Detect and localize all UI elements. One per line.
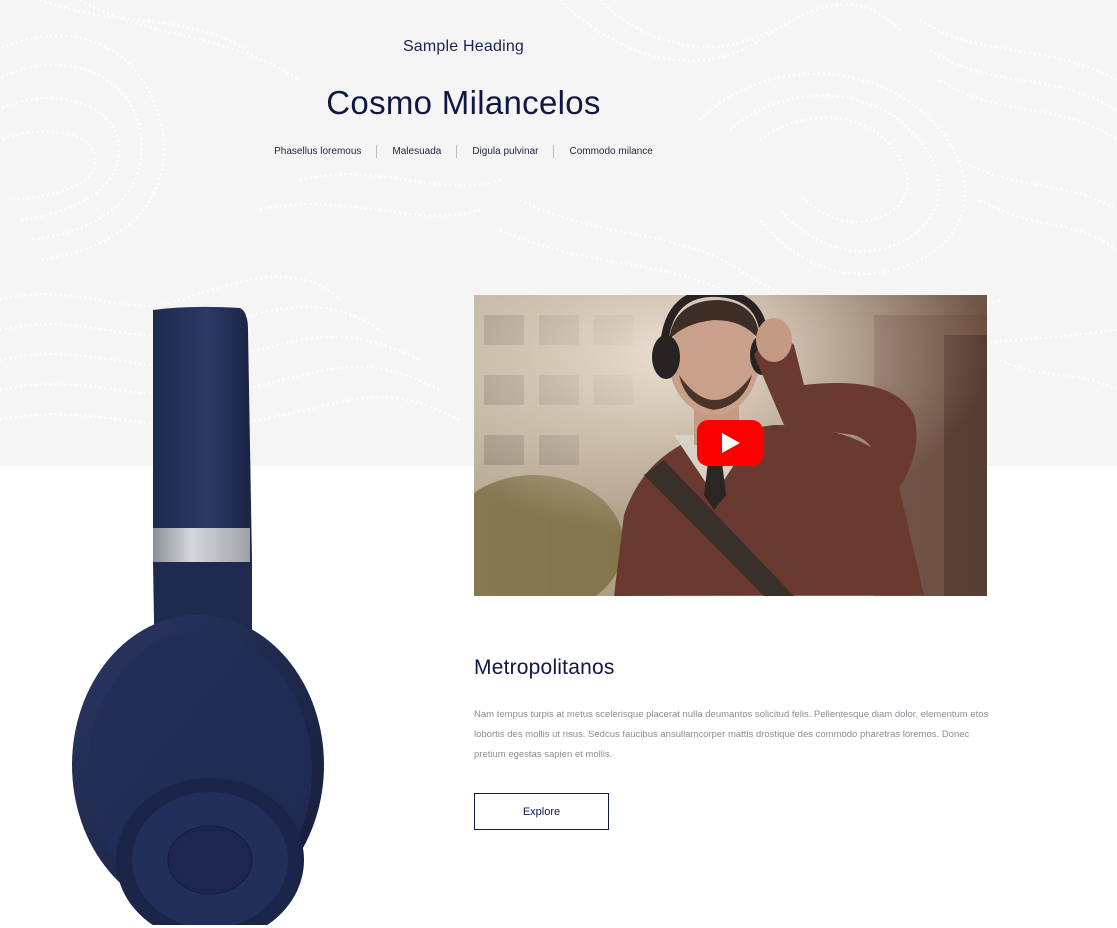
play-icon[interactable] — [697, 420, 763, 466]
tab-phasellus-loremous[interactable]: Phasellus loremous — [259, 145, 376, 158]
sample-heading: Sample Heading — [402, 38, 525, 55]
section-description: Nam tempus turpis at metus scelerisque p… — [474, 709, 989, 760]
page: Sample Heading Cosmo Milancelos Phasellu… — [0, 0, 1117, 928]
explore-button[interactable]: Explore — [474, 793, 609, 830]
headphones-icon — [60, 300, 340, 928]
page-title: Cosmo Milancelos — [326, 84, 601, 121]
tab-digula-pulvinar[interactable]: Digula pulvinar — [456, 145, 553, 158]
tab-malesuada[interactable]: Malesuada — [376, 145, 456, 158]
play-triangle — [722, 433, 740, 453]
tab-commodo-milance[interactable]: Commodo milance — [553, 145, 667, 158]
section-title: Metropolitanos — [474, 656, 615, 679]
video-player[interactable] — [474, 295, 987, 596]
category-tabs: Phasellus loremous Malesuada Digula pulv… — [0, 145, 927, 158]
